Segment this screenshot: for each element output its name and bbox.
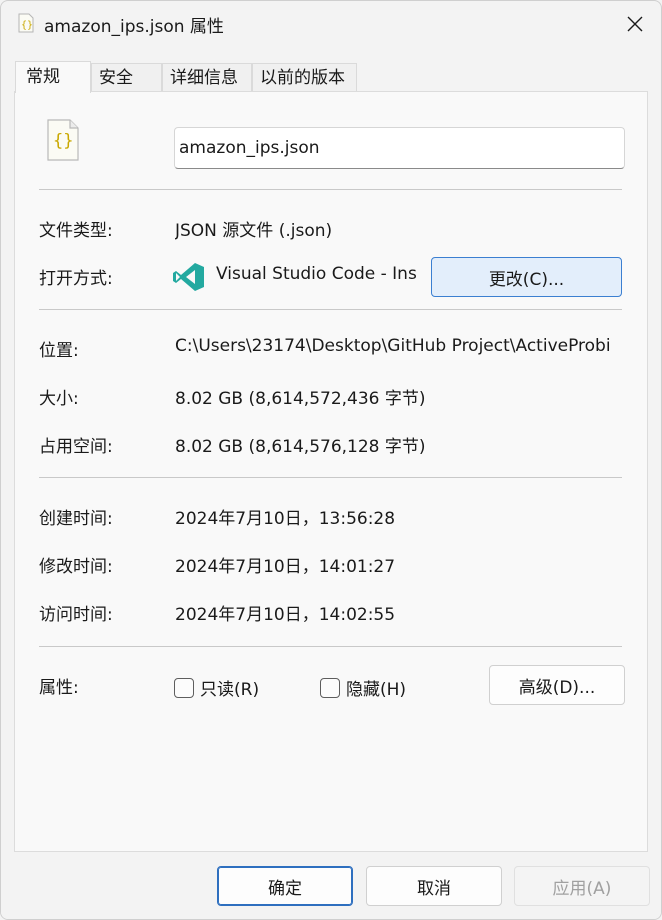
hidden-checkbox[interactable]: 隐藏(H)	[320, 675, 406, 700]
properties-dialog: {} amazon_ips.json 属性 常规 安全 详细信息 以前的版本 {…	[0, 0, 662, 920]
divider	[39, 477, 622, 478]
readonly-checkbox-label: 只读(R)	[200, 680, 260, 700]
opens-with-label: 打开方式:	[39, 269, 113, 289]
modified-value: 2024年7月10日，14:01:27	[175, 557, 396, 577]
divider	[39, 309, 622, 310]
apply-button[interactable]: 应用(A)	[514, 866, 650, 906]
file-type-label: 文件类型:	[39, 221, 113, 241]
ok-button[interactable]: 确定	[217, 866, 353, 906]
file-type-value: JSON 源文件 (.json)	[175, 221, 333, 241]
accessed-value: 2024年7月10日，14:02:55	[175, 605, 396, 625]
size-label: 大小:	[39, 389, 79, 409]
advanced-button[interactable]: 高级(D)...	[489, 665, 625, 705]
hidden-checkbox-label: 隐藏(H)	[346, 680, 407, 700]
tab-previous-versions[interactable]: 以前的版本	[252, 63, 357, 92]
title-bar: {} amazon_ips.json 属性	[1, 1, 661, 47]
location-label: 位置:	[39, 341, 79, 361]
tab-details[interactable]: 详细信息	[162, 63, 252, 92]
location-value[interactable]: C:\Users\23174\Desktop\GitHub Project\Ac…	[175, 336, 625, 356]
tab-security[interactable]: 安全	[91, 63, 162, 92]
checkbox-box	[320, 677, 340, 698]
cancel-button[interactable]: 取消	[366, 866, 502, 906]
opens-with-app: Visual Studio Code - Ins	[216, 264, 417, 284]
json-file-icon: {}	[46, 119, 80, 161]
change-app-button[interactable]: 更改(C)...	[431, 257, 622, 297]
modified-label: 修改时间:	[39, 557, 113, 577]
svg-text:{}: {}	[21, 20, 33, 31]
vscode-icon	[173, 262, 205, 292]
file-name-input[interactable]	[174, 127, 625, 169]
json-file-icon: {}	[18, 13, 34, 33]
created-value: 2024年7月10日，13:56:28	[175, 509, 396, 529]
general-tab-panel	[14, 91, 648, 852]
dialog-footer: 确定 取消 应用(A)	[1, 853, 661, 919]
divider	[39, 189, 622, 190]
size-value: 8.02 GB (8,614,572,436 字节)	[175, 389, 426, 409]
svg-text:{}: {}	[53, 131, 73, 151]
close-icon	[627, 16, 643, 32]
window-title: amazon_ips.json 属性	[44, 17, 224, 37]
tab-general[interactable]: 常规	[15, 61, 91, 93]
size-on-disk-value: 8.02 GB (8,614,576,128 字节)	[175, 437, 426, 457]
created-label: 创建时间:	[39, 509, 113, 529]
checkbox-box	[174, 677, 194, 698]
close-button[interactable]	[609, 1, 661, 47]
divider	[39, 646, 622, 647]
size-on-disk-label: 占用空间:	[39, 437, 113, 457]
readonly-checkbox[interactable]: 只读(R)	[174, 675, 259, 700]
accessed-label: 访问时间:	[39, 605, 113, 625]
attributes-label: 属性:	[39, 678, 79, 698]
